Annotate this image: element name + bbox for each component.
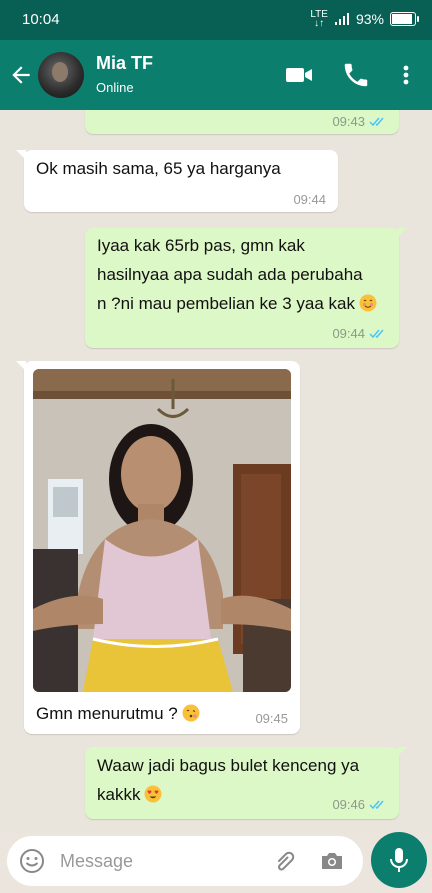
message-line: Iyaa kak 65rb pas, gmn kak (97, 236, 305, 255)
camera-icon[interactable] (319, 848, 345, 874)
status-bar: 10:04 LTE ↓↑ 93% (0, 0, 432, 40)
network-type: LTE ↓↑ (310, 9, 328, 29)
battery-level (392, 14, 412, 24)
attach-icon[interactable] (271, 848, 297, 874)
message-composer: Message (7, 836, 363, 886)
message-text: Ok masih sama, 65 ya harganya (36, 159, 281, 178)
message-time: 09:43 (332, 114, 365, 129)
message-line: hasilnyaa apa sudah ada perubaha (97, 265, 363, 284)
message-line-with-emoji: n ?ni mau pembelian ke 3 yaa kak (97, 289, 377, 318)
message-line: Waaw jadi bagus bulet kenceng ya (97, 756, 360, 775)
message-time: 09:44 (293, 192, 326, 207)
battery-icon (390, 12, 419, 26)
contact-avatar[interactable] (38, 52, 84, 98)
heart-eyes-icon (144, 783, 162, 803)
bubble-tail (397, 228, 407, 238)
photo-attachment[interactable] (33, 369, 291, 692)
status-icons: LTE ↓↑ 93% (310, 9, 419, 29)
message-meta: 09:45 (255, 711, 288, 726)
message-text: Waaw jadi bagus bulet kenceng ya kakkk (97, 751, 359, 809)
message-time: 09:45 (255, 711, 288, 726)
message-bubble-outgoing[interactable]: Waaw jadi bagus bulet kenceng ya kakkk 0… (85, 747, 407, 819)
signal-icon (334, 13, 349, 25)
message-meta: 09:43 (332, 114, 387, 129)
message-time: 09:44 (332, 326, 365, 341)
voice-call-icon[interactable] (341, 60, 371, 90)
message-time: 09:46 (332, 797, 365, 812)
photo-image (33, 369, 291, 692)
read-receipt-icon (369, 117, 384, 127)
smiling-face-icon (359, 292, 377, 312)
battery-percent: 93% (355, 11, 384, 27)
read-receipt-icon (369, 329, 384, 339)
message-line: kakkk (97, 785, 141, 804)
face-blowing-kiss-icon (182, 702, 200, 722)
message-bubble-incoming[interactable]: Ok masih sama, 65 ya harganya 09:44 (16, 150, 338, 212)
more-options-icon[interactable] (391, 60, 421, 90)
voice-message-button[interactable] (371, 832, 427, 888)
bubble-tail (397, 747, 407, 757)
message-meta: 09:46 (332, 797, 387, 812)
microphone-icon (390, 848, 408, 872)
message-bubble-outgoing[interactable]: 09:43 (85, 110, 399, 134)
video-call-icon[interactable] (284, 60, 314, 90)
contact-presence: Online (96, 80, 134, 95)
message-input[interactable]: Message (60, 851, 133, 872)
bubble-tail (16, 150, 26, 160)
message-bubble-incoming-photo[interactable]: Gmn menurutmu ? 09:45 (16, 361, 300, 734)
bubble-tail (16, 361, 26, 371)
chat-area[interactable]: 09:43 Ok masih sama, 65 ya harganya 09:4… (0, 110, 432, 833)
emoji-picker-icon[interactable] (19, 848, 45, 874)
contact-name[interactable]: Mia TF (96, 53, 153, 74)
message-line: n ?ni mau pembelian ke 3 yaa kak (97, 294, 355, 313)
message-bubble-outgoing[interactable]: Iyaa kak 65rb pas, gmn kak hasilnyaa apa… (85, 228, 407, 348)
message-caption: Gmn menurutmu ? (36, 699, 200, 728)
chat-header: Mia TF Online (0, 40, 432, 110)
read-receipt-icon (369, 800, 384, 810)
message-text: Iyaa kak 65rb pas, gmn kak hasilnyaa apa… (97, 231, 377, 318)
caption-text: Gmn menurutmu ? (36, 704, 178, 723)
message-meta: 09:44 (332, 326, 387, 341)
message-meta: 09:44 (293, 192, 326, 207)
message-line-with-emoji: kakkk (97, 780, 359, 809)
status-time: 10:04 (22, 11, 60, 28)
back-arrow-icon[interactable] (8, 62, 34, 88)
